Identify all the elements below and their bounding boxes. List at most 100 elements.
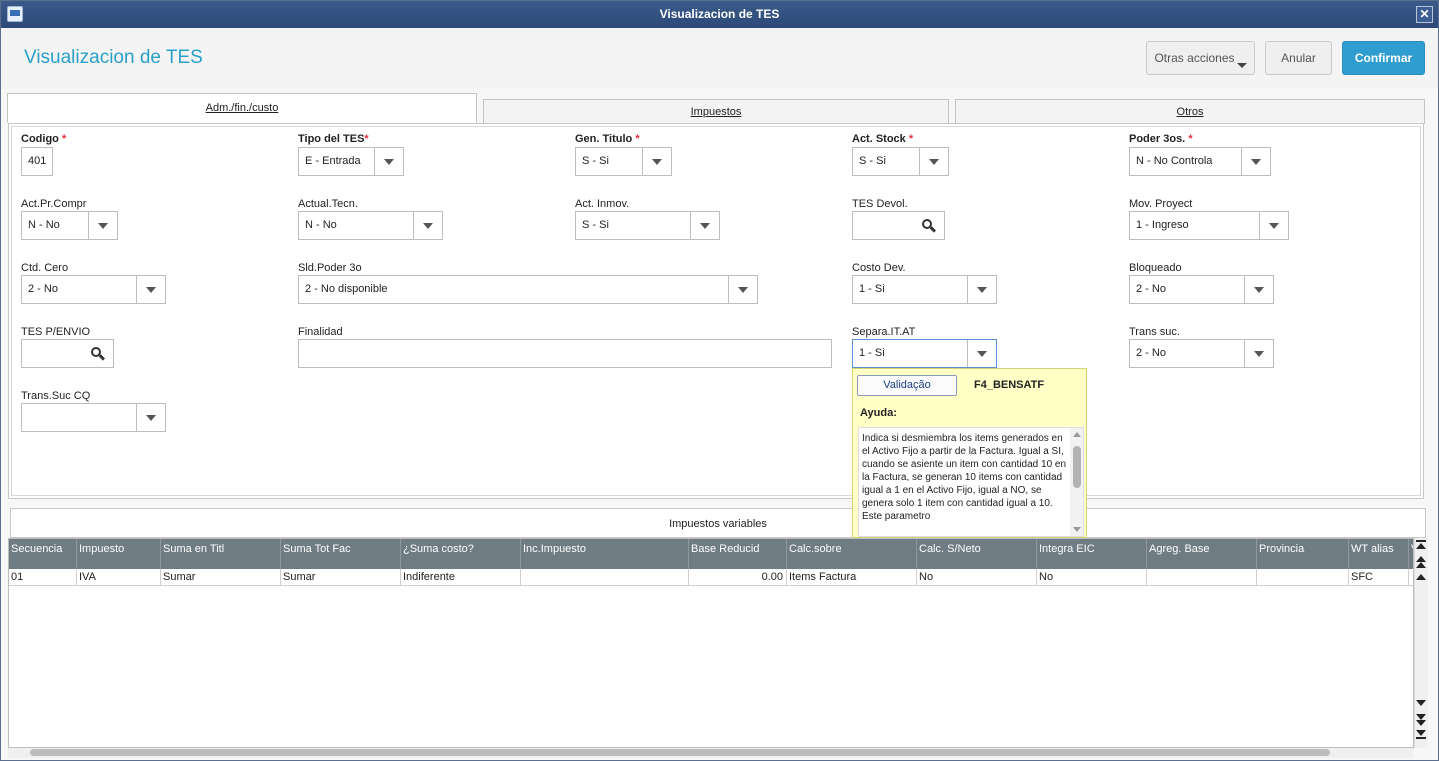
scroll-down-icon[interactable]	[1416, 698, 1428, 710]
scrollbar-thumb[interactable]	[30, 749, 1330, 756]
page-header: Visualizacion de TES Otras acciones Anul…	[2, 28, 1438, 89]
scroll-down-icon[interactable]	[1073, 527, 1081, 532]
column-header[interactable]: Suma Tot Fac	[281, 539, 401, 569]
gen-titulo-select[interactable]: S - Si	[575, 147, 672, 176]
costo-dev-select[interactable]: 1 - Si	[852, 275, 997, 304]
scroll-page-down-icon[interactable]	[1416, 714, 1428, 726]
ctd-cero-label: Ctd. Cero	[21, 262, 69, 274]
page-title: Visualizacion de TES	[24, 47, 203, 68]
chevron-down-icon[interactable]	[642, 148, 671, 175]
poder-3os-select[interactable]: N - No Controla	[1129, 147, 1271, 176]
chevron-down-icon[interactable]	[413, 212, 442, 239]
table-cell[interactable]: SFC	[1349, 569, 1409, 586]
trans-suc-label: Trans suc.	[1129, 326, 1180, 338]
column-header[interactable]: Integra EIC	[1037, 539, 1147, 569]
separa-it-at-select[interactable]: 1 - Si	[852, 339, 997, 368]
column-header[interactable]: ¿Suma costo?	[401, 539, 521, 569]
close-icon[interactable]: ✕	[1416, 6, 1433, 23]
column-header[interactable]: Suma en Titl	[161, 539, 281, 569]
table-cell[interactable]: No	[1037, 569, 1147, 586]
column-header[interactable]: Agreg. Base	[1147, 539, 1257, 569]
tab-adm-fin-custo[interactable]: Adm./fin./custo	[7, 93, 477, 123]
ctd-cero-select[interactable]: 2 - No	[21, 275, 166, 304]
validation-button[interactable]: Validação	[857, 375, 957, 396]
scrollbar-thumb[interactable]	[1073, 446, 1081, 488]
grid-horizontal-scrollbar[interactable]	[8, 748, 1414, 758]
tab-impuestos[interactable]: Impuestos	[483, 99, 949, 124]
column-header[interactable]: Provincia	[1257, 539, 1349, 569]
table-cell[interactable]: Indiferente	[401, 569, 521, 586]
scroll-up-icon[interactable]	[1416, 572, 1428, 584]
chevron-down-icon[interactable]	[690, 212, 719, 239]
table-cell[interactable]: Sumar	[161, 569, 281, 586]
column-header[interactable]: WT alias	[1349, 539, 1409, 569]
costo-dev-label: Costo Dev.	[852, 262, 906, 274]
help-scrollbar[interactable]	[1070, 428, 1083, 536]
chevron-down-icon	[1237, 63, 1247, 68]
search-icon[interactable]	[91, 347, 106, 361]
act-inmov-select[interactable]: S - Si	[575, 211, 720, 240]
scroll-up-icon[interactable]	[1073, 432, 1081, 437]
tab-otros[interactable]: Otros	[955, 99, 1425, 124]
confirm-button[interactable]: Confirmar	[1342, 41, 1425, 75]
tes-devol-field[interactable]	[852, 211, 945, 240]
scroll-top-icon[interactable]	[1416, 540, 1428, 552]
trans-suc-cq-select[interactable]	[21, 403, 166, 432]
chevron-down-icon[interactable]	[374, 148, 403, 175]
trans-suc-select[interactable]: 2 - No	[1129, 339, 1274, 368]
chevron-down-icon[interactable]	[1241, 148, 1270, 175]
chevron-down-icon[interactable]	[967, 276, 996, 303]
cancel-button[interactable]: Anular	[1265, 41, 1332, 75]
scroll-page-up-icon[interactable]	[1416, 556, 1428, 568]
field-code: F4_BENSATF	[974, 379, 1045, 391]
chevron-down-icon[interactable]	[136, 404, 165, 431]
column-header[interactable]: Calc. S/Neto	[917, 539, 1037, 569]
table-cell[interactable]: 0.00	[689, 569, 787, 586]
act-pr-compr-label: Act.Pr.Compr	[21, 198, 87, 210]
scroll-bottom-icon[interactable]	[1416, 730, 1428, 742]
chevron-down-icon[interactable]	[1259, 212, 1288, 239]
table-cell[interactable]: 01	[9, 569, 77, 586]
table-cell[interactable]: No	[917, 569, 1037, 586]
taxes-grid: Secuencia Impuesto Suma en Titl Suma Tot…	[8, 538, 1414, 748]
codigo-field[interactable]: 401	[21, 147, 53, 176]
chevron-down-icon[interactable]	[1244, 276, 1273, 303]
sld-poder-3o-label: Sld.Poder 3o	[298, 262, 362, 274]
separa-it-at-label: Separa.IT.AT	[852, 326, 916, 338]
table-cell[interactable]	[521, 569, 689, 586]
chevron-down-icon[interactable]	[967, 340, 996, 367]
chevron-down-icon[interactable]	[728, 276, 757, 303]
chevron-down-icon[interactable]	[919, 148, 948, 175]
tipo-tes-label: Tipo del TES*	[298, 133, 369, 145]
column-header[interactable]: Calc.sobre	[787, 539, 917, 569]
column-header[interactable]: Impuesto	[77, 539, 161, 569]
search-icon[interactable]	[922, 219, 937, 233]
actual-tecn-select[interactable]: N - No	[298, 211, 443, 240]
table-cell[interactable]	[1147, 569, 1257, 586]
table-cell[interactable]: Sumar	[281, 569, 401, 586]
poder-3os-label: Poder 3os. *	[1129, 133, 1193, 145]
column-header[interactable]: Secuencia	[9, 539, 77, 569]
chevron-down-icon[interactable]	[1244, 340, 1273, 367]
mov-proyect-select[interactable]: 1 - Ingreso	[1129, 211, 1289, 240]
table-cell[interactable]: IVA	[77, 569, 161, 586]
chevron-down-icon[interactable]	[136, 276, 165, 303]
act-stock-select[interactable]: S - Si	[852, 147, 949, 176]
grid-vertical-scrollbar[interactable]	[1414, 538, 1428, 748]
act-stock-label: Act. Stock *	[852, 133, 914, 145]
column-header[interactable]: Base Reducid	[689, 539, 787, 569]
table-cell[interactable]: Items Factura	[787, 569, 917, 586]
other-actions-button[interactable]: Otras acciones	[1146, 41, 1255, 75]
table-cell[interactable]	[1257, 569, 1349, 586]
finalidad-field[interactable]	[298, 339, 832, 368]
window-title: Visualizacion de TES	[659, 7, 780, 21]
chevron-down-icon[interactable]	[88, 212, 117, 239]
form-panel	[8, 123, 1424, 499]
act-pr-compr-select[interactable]: N - No	[21, 211, 118, 240]
actual-tecn-label: Actual.Tecn.	[298, 198, 358, 210]
sld-poder-3o-select[interactable]: 2 - No disponible	[298, 275, 758, 304]
tipo-tes-select[interactable]: E - Entrada	[298, 147, 404, 176]
bloqueado-select[interactable]: 2 - No	[1129, 275, 1274, 304]
tes-penvio-field[interactable]	[21, 339, 114, 368]
column-header[interactable]: Inc.Impuesto	[521, 539, 689, 569]
